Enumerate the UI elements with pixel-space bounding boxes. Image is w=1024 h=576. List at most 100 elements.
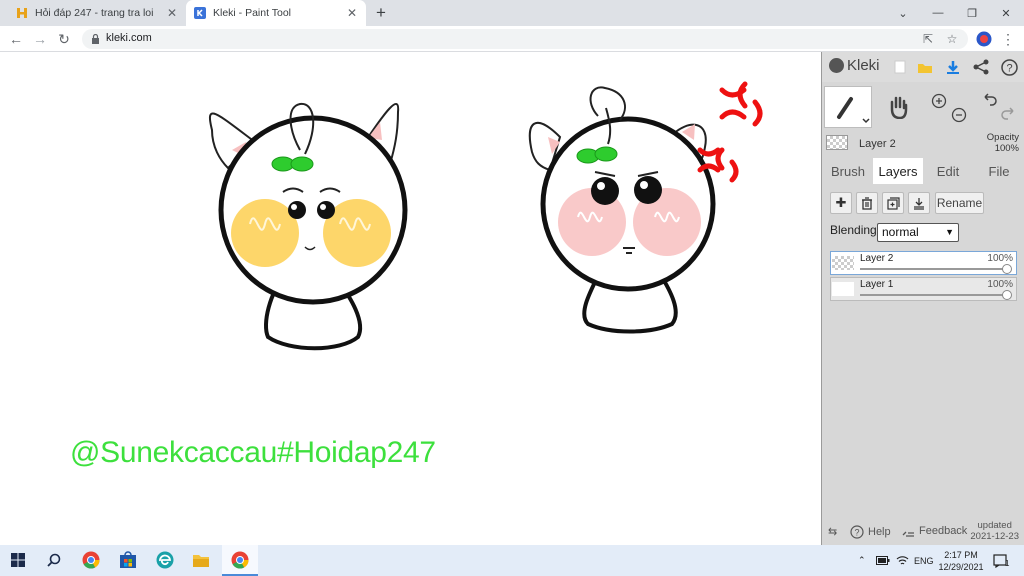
system-clock[interactable]: 2:17 PM 12/29/2021: [936, 549, 986, 573]
tool-row: [822, 84, 1024, 130]
watermark-text: @Sunekcaccau#Hoidap247: [70, 436, 436, 469]
help-icon[interactable]: ?: [1000, 58, 1018, 76]
current-layer-info: Layer 2 Opacity 100%: [822, 132, 1024, 156]
back-arrow-icon[interactable]: ←: [7, 30, 25, 48]
layer-name: Layer 1: [860, 279, 894, 290]
layer-opacity-slider[interactable]: [860, 294, 1010, 296]
layer-opacity-slider-handle[interactable]: [1002, 264, 1012, 274]
blending-value: normal: [882, 225, 919, 239]
feedback-link[interactable]: Feedback: [902, 525, 967, 537]
drawing-canvas[interactable]: @Sunekcaccau#Hoidap247: [0, 52, 821, 545]
layer-thumbnail: [832, 282, 854, 296]
new-tab-button[interactable]: +: [371, 3, 391, 23]
file-explorer-taskbar-button[interactable]: [190, 549, 212, 571]
chrome-icon: [82, 551, 100, 569]
redo-icon[interactable]: [1000, 106, 1018, 124]
minimize-icon[interactable]: —: [921, 0, 955, 26]
reload-icon[interactable]: ↻: [55, 30, 73, 48]
clock-date: 12/29/2021: [938, 562, 984, 572]
tab-title: Kleki - Paint Tool: [213, 7, 292, 19]
layer-opacity-slider[interactable]: [860, 268, 1010, 270]
open-folder-icon[interactable]: [916, 58, 934, 76]
bookmark-star-icon[interactable]: ☆: [944, 31, 960, 47]
start-button[interactable]: [7, 549, 29, 571]
brush-tool-button[interactable]: [824, 86, 872, 128]
layer-name: Layer 2: [860, 253, 894, 264]
brush-icon: [837, 97, 870, 124]
help-link[interactable]: ? Help: [850, 525, 891, 539]
swap-sides-icon[interactable]: ⇆: [828, 525, 837, 538]
restore-icon[interactable]: ❐: [955, 0, 989, 26]
artwork: [208, 81, 763, 351]
store-icon: [120, 551, 136, 568]
url-text: kleki.com: [106, 32, 152, 44]
clock-time: 2:17 PM: [944, 550, 978, 560]
new-image-icon[interactable]: [891, 58, 909, 76]
panel-footer: ⇆ ? Help Feedback updated 2021-12-23: [822, 520, 1024, 545]
show-hidden-icons-icon[interactable]: ⌃: [858, 545, 866, 576]
feedback-label: Feedback: [919, 525, 968, 537]
kleki-logo-text: Kleki: [847, 57, 880, 74]
wifi-icon[interactable]: [896, 545, 909, 576]
chrome-icon: [231, 551, 249, 569]
updated-label: updated: [977, 520, 1012, 531]
layer-thumbnail: [832, 256, 854, 270]
delete-layer-button[interactable]: [856, 192, 878, 214]
opacity-label: Opacity: [986, 132, 1019, 143]
blending-select[interactable]: normal ▼: [877, 223, 959, 242]
tab-kleki[interactable]: Kleki - Paint Tool ✕: [186, 0, 366, 26]
layer-row-layer-2[interactable]: Layer 2 100%: [830, 251, 1017, 275]
layer-opacity-slider-handle[interactable]: [1002, 290, 1012, 300]
merge-down-button[interactable]: [908, 192, 930, 214]
chrome-taskbar-button[interactable]: [80, 549, 102, 571]
hoidap-favicon-icon: [17, 8, 27, 18]
profile-avatar[interactable]: [975, 30, 993, 48]
tab-edit[interactable]: Edit: [928, 158, 968, 184]
layer-row-layer-1[interactable]: Layer 1 100%: [830, 277, 1017, 301]
chrome-menu-icon[interactable]: ⋮: [999, 30, 1017, 48]
tab-brush[interactable]: Brush: [826, 158, 870, 184]
windows-logo-icon: [11, 553, 25, 567]
character-happy: [208, 102, 408, 351]
add-layer-button[interactable]: ✚: [830, 192, 852, 214]
kleki-header: Kleki ?: [822, 52, 1024, 82]
tab-layers[interactable]: Layers: [873, 158, 923, 184]
address-bar[interactable]: kleki.com ⇱ ☆: [82, 29, 968, 49]
layer-opacity: 100%: [987, 253, 1013, 264]
panel-tabs: Brush Layers Edit File: [822, 158, 1024, 184]
layer-actions: ✚ Rename: [822, 192, 1024, 216]
current-layer-opacity: Opacity 100%: [987, 132, 1019, 154]
chrome-active-taskbar-button[interactable]: [222, 545, 258, 576]
tab-hoidap[interactable]: Hỏi đáp 247 - trang tra loi ✕: [8, 0, 186, 26]
blending-label: Blending: [830, 223, 877, 237]
layer-opacity: 100%: [987, 279, 1013, 290]
profile-avatar-icon: [976, 31, 992, 47]
forward-arrow-icon[interactable]: →: [31, 30, 49, 48]
duplicate-layer-button[interactable]: [882, 192, 904, 214]
share-icon[interactable]: [972, 58, 990, 76]
store-taskbar-button[interactable]: [117, 549, 139, 571]
lock-icon: [92, 34, 99, 44]
share-icon[interactable]: ⇱: [920, 31, 936, 47]
zoom-in-icon[interactable]: [930, 92, 948, 110]
character-angry: [528, 81, 763, 334]
tab-close-icon[interactable]: ✕: [164, 5, 180, 21]
battery-icon[interactable]: [876, 545, 890, 576]
search-icon: [47, 553, 61, 567]
tab-file[interactable]: File: [979, 158, 1019, 184]
download-icon[interactable]: [944, 58, 962, 76]
zoom-out-icon[interactable]: [950, 106, 968, 124]
merge-down-icon: [914, 197, 924, 210]
hand-tool-button[interactable]: [878, 86, 918, 128]
undo-icon[interactable]: [980, 92, 998, 110]
notifications-button[interactable]: 1: [993, 545, 1009, 576]
opacity-value: 100%: [994, 143, 1019, 154]
current-layer-thumbnail: [826, 135, 848, 150]
close-window-icon[interactable]: ✕: [989, 0, 1023, 26]
language-indicator[interactable]: ENG: [914, 545, 934, 576]
tab-search-chevron-icon[interactable]: ⌄: [886, 0, 920, 26]
rename-layer-button[interactable]: Rename: [935, 192, 984, 214]
edge-taskbar-button[interactable]: [154, 549, 176, 571]
tab-close-icon[interactable]: ✕: [344, 5, 360, 21]
search-button[interactable]: [43, 549, 65, 571]
